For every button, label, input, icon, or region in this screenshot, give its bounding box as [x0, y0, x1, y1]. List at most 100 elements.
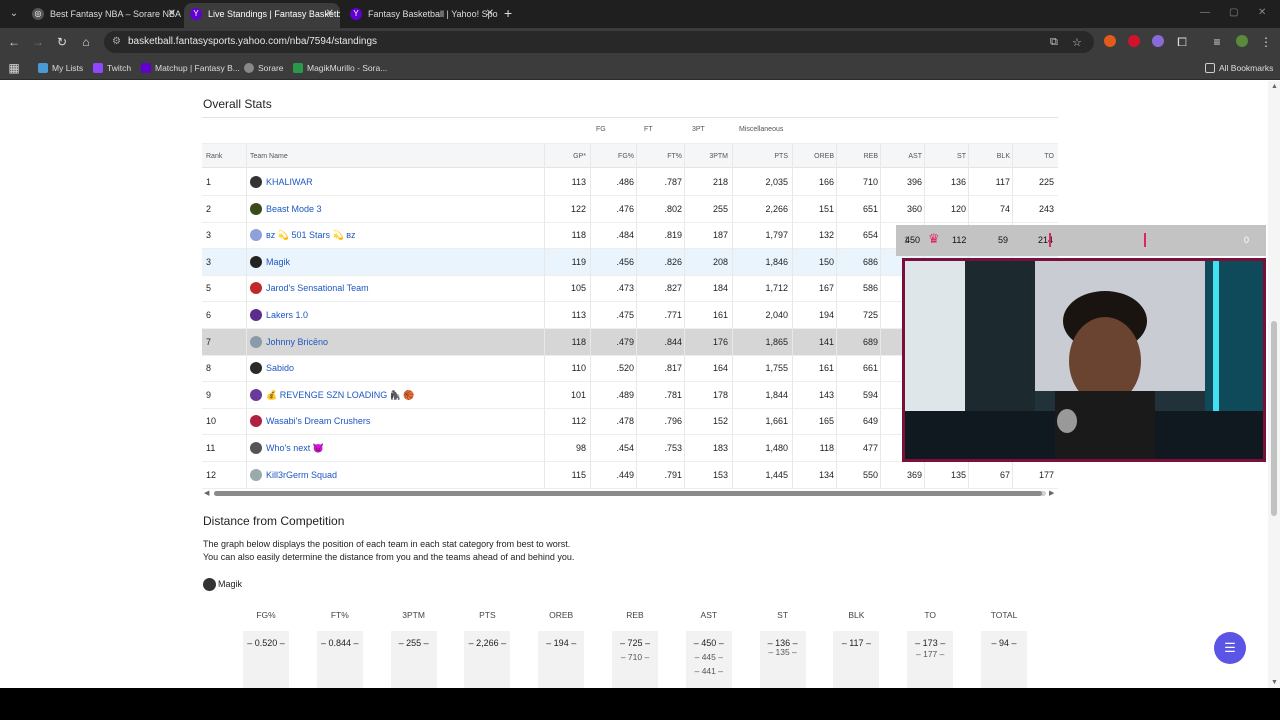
tab-live-standings[interactable]: Y Live Standings | Fantasy Basketb ✕	[184, 3, 340, 28]
column-header-oreb[interactable]: OREB	[792, 153, 834, 160]
column-header-blk[interactable]: BLK	[970, 153, 1010, 160]
page-vertical-scrollbar[interactable]: ▲ ▼	[1268, 81, 1280, 688]
column-header-to[interactable]: TO	[1014, 153, 1054, 160]
stat-cell-fg: .449	[616, 469, 634, 480]
stat-cell-gp: 113	[571, 310, 586, 320]
stat-cell-reb: 686	[862, 256, 878, 267]
stat-cell-pts: 1,755	[765, 363, 788, 374]
extension-icon[interactable]	[1152, 35, 1164, 47]
extension-icon[interactable]	[1104, 35, 1116, 47]
stat-cell-pts: 1,445	[765, 469, 788, 480]
team-name-link[interactable]: Beast Mode 3	[266, 196, 546, 223]
bookmark-star-icon[interactable]: ☆	[1072, 36, 1082, 49]
bookmark-label: My Lists	[52, 63, 84, 73]
bookmark-matchup[interactable]: Matchup | Fantasy B...	[141, 61, 240, 75]
reading-list-icon[interactable]: ≡	[1209, 34, 1225, 50]
kebab-menu-icon[interactable]: ⋮	[1258, 34, 1274, 50]
team-name-link[interactable]: 💰 REVENGE SZN LOADING 🦍 🏀	[266, 382, 546, 409]
distance-column: OREB – 194 –	[531, 601, 591, 688]
team-name-link[interactable]: ʙᴢ 💫 501 Stars 💫 ʙᴢ	[266, 222, 546, 249]
all-bookmarks[interactable]: All Bookmarks	[1205, 61, 1273, 75]
stat-cell-reb: 689	[862, 336, 878, 347]
stat-cell-gp: 118	[571, 230, 586, 241]
chat-button[interactable]: ☰	[1214, 632, 1246, 664]
team-name-link[interactable]: Jarod's Sensational Team	[266, 275, 546, 302]
column-header-rank[interactable]: Rank	[206, 153, 236, 160]
stat-cell-ft: .796	[664, 416, 682, 427]
stat-cell-pts: 1,797	[765, 230, 788, 241]
column-header-teamname[interactable]: Team Name	[250, 153, 530, 160]
column-header-fg[interactable]: FG%	[592, 153, 634, 160]
team-name-link[interactable]: KHALIWAR	[266, 169, 546, 196]
tab-fantasy-basketball[interactable]: Y Fantasy Basketball | Yahoo! Spo ✕	[344, 3, 500, 28]
bookmark-label: MagikMurillo - Sora...	[307, 63, 388, 73]
forward-icon[interactable]: →	[30, 34, 46, 50]
team-name-link[interactable]: Johnny Bricēno	[266, 329, 546, 356]
apps-grid-icon[interactable]: ▦	[6, 60, 22, 76]
scroll-right-icon[interactable]: ▶	[1049, 490, 1054, 497]
new-tab-icon[interactable]: +	[504, 5, 512, 21]
close-icon[interactable]: ✕	[326, 3, 334, 25]
back-icon[interactable]: ←	[6, 34, 22, 50]
column-header-3ptm[interactable]: 3PTM	[686, 153, 728, 160]
yahoo-icon	[141, 63, 151, 73]
column-header-pts[interactable]: PTS	[732, 153, 788, 160]
scroll-thumb[interactable]	[214, 491, 1042, 496]
team-name-link[interactable]: Who's next 😈	[266, 435, 546, 462]
distance-column-label: AST	[700, 610, 718, 620]
tab-sorare[interactable]: ◎ Best Fantasy NBA – Sorare NBA ✕	[26, 3, 182, 28]
stat-cell-oreb: 134	[818, 469, 834, 480]
selected-team[interactable]: Magik	[203, 578, 242, 591]
distance-value: – 450 –	[693, 638, 724, 648]
overlay-blk: 59	[998, 235, 1009, 245]
column-header-ft[interactable]: FT%	[638, 153, 682, 160]
team-name-link[interactable]: Magik	[266, 249, 546, 276]
column-header-ast[interactable]: AST	[882, 153, 922, 160]
scroll-up-icon[interactable]: ▲	[1271, 83, 1278, 90]
extensions-puzzle-icon[interactable]: ⧠	[1174, 34, 1190, 50]
team-name-link[interactable]: Kill3rGerm Squad	[266, 462, 546, 489]
group-misc: Miscellaneous	[739, 126, 784, 133]
scroll-left-icon[interactable]: ◀	[204, 490, 209, 497]
column-header-reb[interactable]: REB	[838, 153, 878, 160]
scroll-thumb[interactable]	[1271, 321, 1277, 516]
column-divider	[636, 143, 637, 488]
team-name-link[interactable]: Lakers 1.0	[266, 302, 546, 329]
team-name-link[interactable]: Wasabi's Dream Crushers	[266, 408, 546, 435]
table-horizontal-scrollbar[interactable]: ◀ ▶	[202, 490, 1058, 497]
profile-avatar[interactable]	[1236, 35, 1248, 47]
site-info-icon[interactable]: ⚙	[112, 36, 124, 48]
stat-cell-pts: 1,480	[765, 443, 788, 453]
stat-cell-tpm: 178	[712, 389, 728, 400]
stat-cell-st: 120	[950, 203, 966, 214]
distance-value: – 135 –	[768, 647, 797, 657]
stat-cell-reb: 725	[862, 310, 878, 320]
column-divider	[732, 143, 733, 488]
home-icon[interactable]: ⌂	[78, 34, 94, 50]
column-header-gp[interactable]: GP*	[546, 153, 586, 160]
minimize-icon[interactable]: —	[1200, 7, 1210, 18]
reload-icon[interactable]: ↻	[54, 34, 70, 50]
sorare-favicon-icon: ◎	[32, 8, 44, 20]
bookmark-magikmurillo[interactable]: MagikMurillo - Sora...	[293, 61, 387, 75]
stat-cell-oreb: 161	[818, 363, 834, 374]
maximize-icon[interactable]: ▢	[1229, 7, 1238, 18]
column-header-st[interactable]: ST	[926, 153, 966, 160]
scroll-down-icon[interactable]: ▼	[1271, 679, 1278, 686]
stat-group-header: FG FT 3PT Miscellaneous	[202, 118, 1058, 143]
distance-value: – 173 –	[915, 638, 946, 648]
bookmark-twitch[interactable]: Twitch	[93, 61, 131, 75]
close-icon[interactable]: ✕	[486, 3, 494, 25]
close-window-icon[interactable]: ✕	[1258, 7, 1266, 18]
address-bar[interactable]: ⚙ basketball.fantasysports.yahoo.com/nba…	[104, 31, 1094, 53]
close-icon[interactable]: ✕	[168, 3, 176, 25]
tab-search-icon[interactable]: ⌄	[6, 6, 22, 22]
stat-cell-reb: 477	[862, 443, 878, 453]
selected-team-name: Magik	[218, 579, 243, 589]
stat-cell-gp: 119	[571, 256, 586, 267]
bookmark-my-lists[interactable]: My Lists	[38, 61, 83, 75]
team-name-link[interactable]: Sabido	[266, 355, 546, 382]
install-icon[interactable]: ⧉	[1050, 36, 1058, 49]
bookmark-sorare[interactable]: Sorare	[244, 61, 284, 75]
extension-icon[interactable]	[1128, 35, 1140, 47]
